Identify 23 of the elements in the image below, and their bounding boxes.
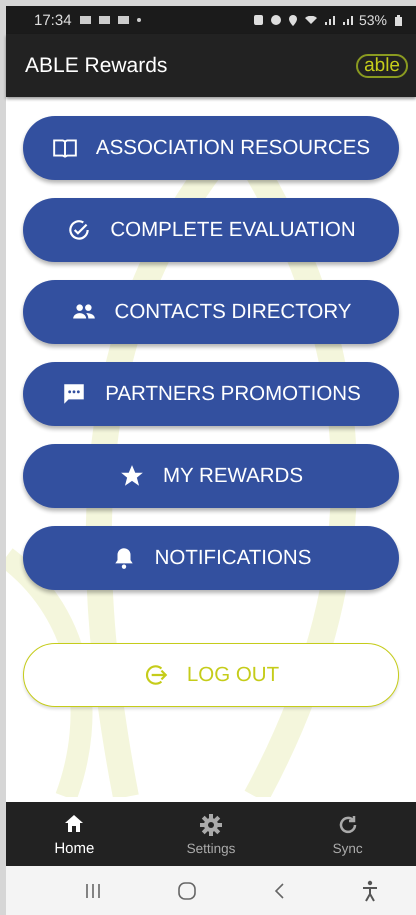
nav-tab[interactable]: Home: [19, 802, 130, 866]
wifi-icon: [304, 16, 317, 24]
battery-icon: [395, 14, 402, 26]
app-title: ABLE Rewards: [25, 54, 168, 78]
app-logo: able: [356, 54, 408, 78]
location-icon: [288, 14, 297, 26]
signal-icon: [342, 16, 353, 24]
status-time: 17:34: [34, 12, 72, 28]
recent-apps-icon[interactable]: [84, 882, 102, 900]
accessibility-icon[interactable]: [360, 880, 378, 902]
menu-button[interactable]: COMPLETE EVALUATION: [23, 198, 399, 262]
menu-button[interactable]: MY REWARDS: [23, 444, 399, 508]
menu-button[interactable]: NOTIFICATIONS: [23, 526, 399, 590]
settings-icon: [198, 812, 223, 836]
menu-button[interactable]: PARTNERS PROMOTIONS: [23, 362, 399, 426]
menu-button[interactable]: ASSOCIATION RESOURCES: [23, 116, 399, 180]
nav-tab[interactable]: Sync: [292, 802, 403, 866]
signal-icon: [324, 16, 335, 24]
battery-percent: 53%: [358, 12, 387, 28]
menu-button[interactable]: CONTACTS DIRECTORY: [23, 280, 399, 344]
home-key-icon[interactable]: [176, 880, 196, 900]
dot-icon: [136, 18, 141, 22]
nav-tab[interactable]: Settings: [156, 802, 266, 866]
